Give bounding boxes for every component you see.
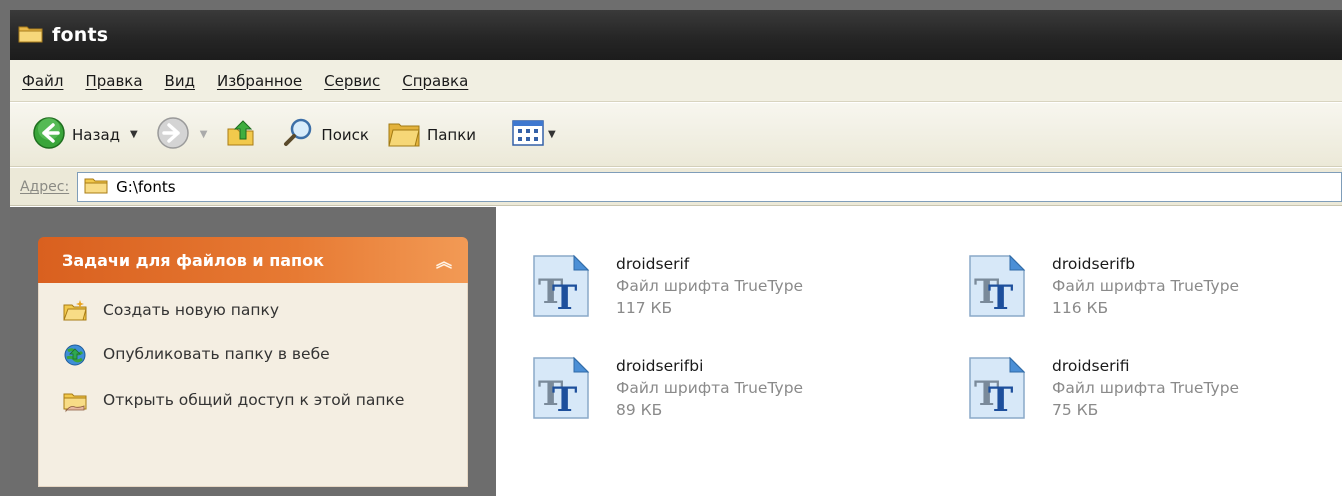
- back-button[interactable]: Назад ▼: [32, 116, 138, 154]
- forward-button[interactable]: ▼: [156, 116, 208, 154]
- window-title: fonts: [52, 24, 109, 46]
- file-list-view: T T droidserif Файл шрифта TrueType 117 …: [496, 207, 1342, 496]
- file-item[interactable]: T T droidserifbi Файл шрифта TrueType 89…: [528, 355, 803, 421]
- task-label: Открыть общий доступ к этой папке: [103, 391, 405, 409]
- address-input[interactable]: G:\fonts: [77, 171, 1342, 202]
- task-new-folder[interactable]: Создать новую папку: [63, 299, 453, 327]
- forward-arrow-icon: [156, 116, 190, 154]
- folder-icon: [18, 23, 44, 47]
- task-label: Создать новую папку: [103, 301, 280, 319]
- truetype-font-icon: T T: [528, 355, 592, 421]
- file-item[interactable]: T T droidserifi Файл шрифта TrueType 75 …: [964, 355, 1239, 421]
- up-folder-button[interactable]: [225, 117, 257, 153]
- menu-file[interactable]: Файл: [22, 72, 63, 90]
- task-pane: Задачи для файлов и папок ︽ Создать нову…: [10, 207, 496, 496]
- chevron-down-icon[interactable]: ▼: [200, 129, 208, 140]
- publish-web-icon: [63, 343, 87, 373]
- search-button[interactable]: Поиск: [281, 116, 369, 154]
- svg-text:T: T: [552, 278, 577, 318]
- svg-text:T: T: [988, 278, 1013, 318]
- truetype-font-icon: T T: [964, 355, 1028, 421]
- svg-text:T: T: [552, 380, 577, 420]
- file-name: droidserifbi: [616, 357, 704, 375]
- address-value: G:\fonts: [116, 177, 176, 196]
- truetype-font-icon: T T: [528, 253, 592, 319]
- file-type: Файл шрифта TrueType: [1052, 379, 1240, 397]
- menu-favorites[interactable]: Избранное: [217, 72, 302, 90]
- file-type: Файл шрифта TrueType: [616, 379, 804, 397]
- task-label: Опубликовать папку в вебе: [103, 345, 330, 363]
- menu-bar: Файл Правка Вид Избранное Сервис Справка: [10, 60, 1342, 102]
- task-panel-header[interactable]: Задачи для файлов и папок ︽: [38, 237, 468, 283]
- menu-view[interactable]: Вид: [165, 72, 195, 90]
- new-folder-icon: [63, 299, 87, 327]
- folders-icon: [387, 118, 421, 152]
- chevron-down-icon[interactable]: ▼: [130, 129, 138, 140]
- file-name: droidserifb: [1052, 255, 1136, 273]
- toolbar: Назад ▼ ▼ Поиск Папки ▼: [10, 103, 1342, 167]
- menu-edit[interactable]: Правка: [85, 72, 142, 90]
- explorer-window: fonts Файл Правка Вид Избранное Сервис С…: [10, 10, 1342, 496]
- file-type: Файл шрифта TrueType: [616, 277, 804, 295]
- views-button[interactable]: ▼: [512, 119, 556, 150]
- search-icon: [281, 116, 315, 154]
- share-folder-icon: [63, 389, 87, 419]
- views-grid-icon: [512, 119, 544, 150]
- folders-button[interactable]: Папки: [387, 118, 476, 152]
- svg-text:T: T: [988, 380, 1013, 420]
- folder-icon: [84, 176, 108, 198]
- address-bar: Адрес: G:\fonts: [10, 168, 1342, 206]
- file-name: droidserifi: [1052, 357, 1130, 375]
- address-label: Адрес:: [20, 178, 70, 195]
- task-panel-title: Задачи для файлов и папок: [62, 250, 324, 270]
- file-size: 75 КБ: [1052, 401, 1099, 419]
- back-arrow-icon: [32, 116, 66, 154]
- file-size: 117 КБ: [616, 299, 673, 317]
- task-share-folder[interactable]: Открыть общий доступ к этой папке: [63, 389, 453, 419]
- collapse-chevron-icon[interactable]: ︽: [436, 248, 452, 272]
- file-size: 116 КБ: [1052, 299, 1109, 317]
- file-item[interactable]: T T droidserif Файл шрифта TrueType 117 …: [528, 253, 803, 319]
- search-label: Поиск: [321, 125, 369, 144]
- truetype-font-icon: T T: [964, 253, 1028, 319]
- file-size: 89 КБ: [616, 401, 663, 419]
- menu-help[interactable]: Справка: [402, 72, 468, 90]
- task-publish-web[interactable]: Опубликовать папку в вебе: [63, 343, 453, 373]
- file-tasks-panel: Задачи для файлов и папок ︽ Создать нову…: [38, 237, 468, 487]
- title-bar[interactable]: fonts: [10, 10, 1342, 60]
- up-folder-icon: [225, 117, 257, 153]
- task-panel-body: Создать новую папку Опубликовать папку в…: [38, 283, 468, 487]
- file-name: droidserif: [616, 255, 690, 273]
- back-label: Назад: [72, 125, 121, 144]
- chevron-down-icon[interactable]: ▼: [548, 129, 556, 140]
- file-item[interactable]: T T droidserifb Файл шрифта TrueType 116…: [964, 253, 1239, 319]
- file-type: Файл шрифта TrueType: [1052, 277, 1240, 295]
- menu-tools[interactable]: Сервис: [324, 72, 380, 90]
- folders-label: Папки: [426, 125, 477, 144]
